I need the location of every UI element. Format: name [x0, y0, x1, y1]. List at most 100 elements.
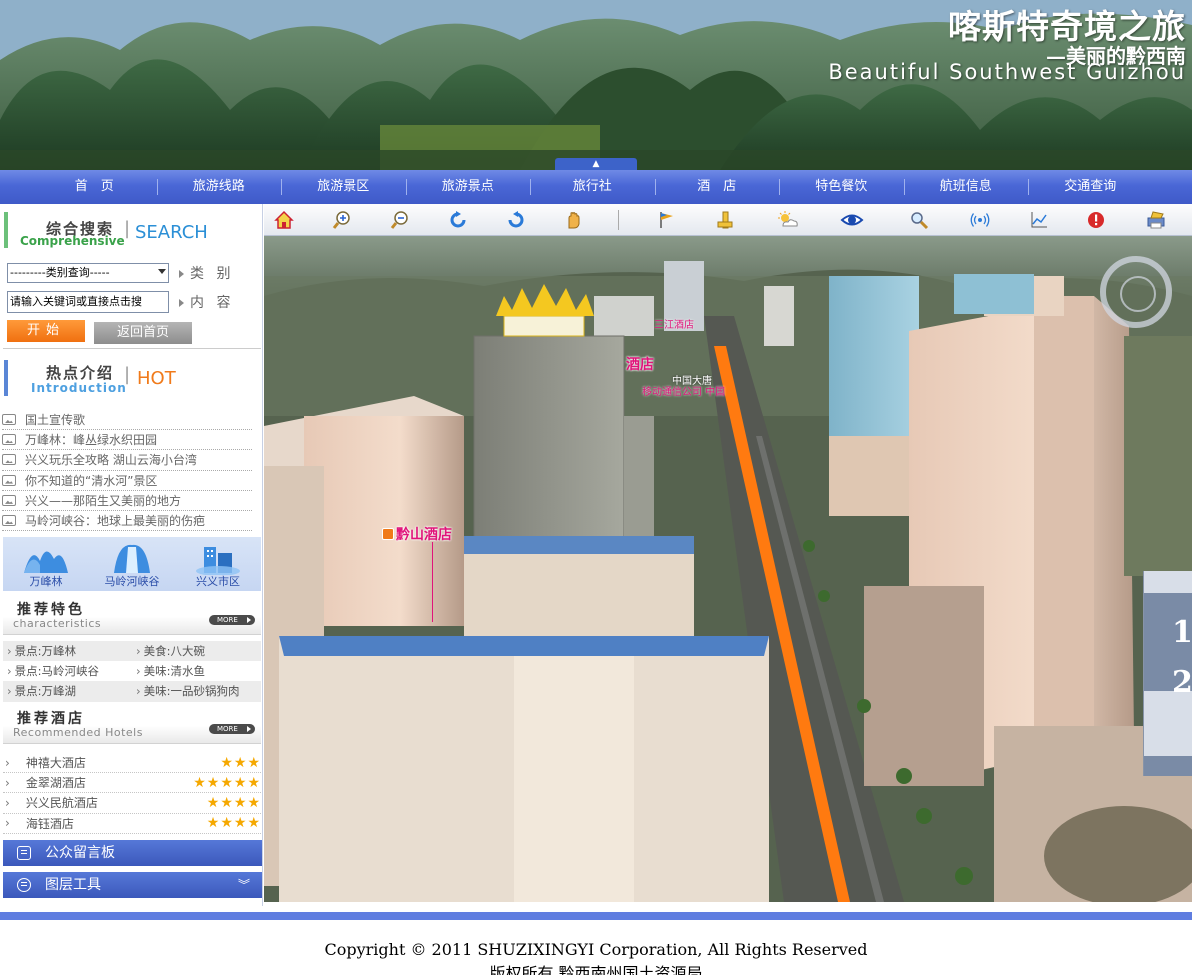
image-doc-icon: [2, 515, 16, 527]
page: 喀斯特奇境之旅 —美丽的黔西南 Beautiful Southwest Guiz…: [0, 0, 1192, 975]
nav-item-cuisine[interactable]: 特色餐饮: [779, 170, 904, 204]
home-icon[interactable]: [271, 207, 297, 233]
feature-link[interactable]: 景点:马岭河峡谷: [3, 661, 132, 681]
category-select-value: ---------类别查询-----: [10, 266, 110, 279]
divider: [3, 348, 261, 349]
hotel-item[interactable]: 金翠湖酒店 ★★★★★: [3, 773, 261, 794]
alert-icon[interactable]: [1083, 207, 1109, 233]
scenic-shortcuts: 万峰林 马岭河峡谷 兴义市区: [3, 537, 261, 591]
poi-hotel-2[interactable]: 酒店: [626, 354, 654, 374]
city-icon: [196, 547, 240, 575]
floor-1-button[interactable]: 1: [1172, 615, 1192, 650]
footer-divider: [0, 912, 1192, 920]
hotel-pin-icon: [382, 528, 394, 540]
rotate-right-icon[interactable]: [503, 207, 529, 233]
features-more-button[interactable]: MORE: [209, 615, 255, 625]
hotel-item[interactable]: 神禧大酒店 ★★★: [3, 753, 261, 774]
hot-title-divider: |: [124, 364, 131, 385]
hot-list-item[interactable]: 兴义玩乐全攻略 湖山云海小台湾: [2, 450, 252, 471]
zoom-out-icon[interactable]: [387, 207, 413, 233]
hotel-list: 神禧大酒店 ★★★ 金翠湖酒店 ★★★★★ 兴义民航酒店 ★★★★ 海钰酒店 ★★★★: [3, 753, 261, 834]
chevron-down-icon: [158, 269, 166, 274]
feature-link[interactable]: 景点:万峰湖: [3, 681, 132, 701]
keyword-label: 内 容: [190, 295, 235, 311]
hot-item-title: 国土宣传歌: [25, 413, 86, 428]
nav-item-traffic[interactable]: 交通查询: [1028, 170, 1153, 204]
hot-item-title: 你不知道的“清水河”景区: [25, 473, 158, 488]
banner-subtitle-en: Beautiful Southwest Guizhou: [828, 60, 1186, 84]
search-layer-icon[interactable]: [906, 207, 932, 233]
hot-title-en: Introduction: [31, 381, 127, 395]
message-board-button[interactable]: 公众留言板: [3, 840, 262, 866]
spot-label: 马岭河峡谷: [104, 575, 160, 588]
hot-item-title: 兴义——那陌生又美丽的地方: [25, 493, 182, 508]
star-rating: ★★★★: [206, 815, 261, 832]
table-row: 景点:万峰林 美食:八大碗: [3, 641, 261, 662]
sidebar: 综合搜索 Comprehensive | SEARCH ---------类别查…: [0, 204, 263, 906]
spot-wanfenglin[interactable]: 万峰林: [3, 537, 89, 591]
pan-hand-icon[interactable]: [561, 207, 587, 233]
feature-link[interactable]: 美味:一品砂锅狗肉: [132, 681, 261, 701]
category-select[interactable]: ---------类别查询-----: [7, 263, 169, 283]
hot-list-item[interactable]: 你不知道的“清水河”景区: [2, 471, 252, 491]
weather-icon[interactable]: [775, 207, 801, 233]
feature-link[interactable]: 美食:八大碗: [132, 641, 261, 661]
rotate-left-icon[interactable]: [445, 207, 471, 233]
banner-collapse-button[interactable]: ▲: [555, 158, 637, 170]
nav-item-attractions[interactable]: 旅游景点: [405, 170, 531, 204]
spot-malinghe[interactable]: 马岭河峡谷: [89, 537, 175, 591]
nav-item-home[interactable]: 首 页: [32, 170, 157, 204]
hot-item-title: 马岭河峡谷：地球上最美丽的伤疤: [25, 514, 206, 529]
feature-link[interactable]: 景点:万峰林: [3, 641, 132, 661]
hot-list-item[interactable]: 万峰林：峰丛绿水织田园: [2, 430, 252, 451]
poi-leader-line: [432, 542, 433, 622]
floor-2-button[interactable]: 2: [1172, 665, 1192, 700]
feature-link[interactable]: 美味:清水鱼: [132, 661, 261, 681]
keyword-input[interactable]: 请输入关键词或直接点击搜: [7, 291, 169, 313]
hotel-item[interactable]: 兴义民航酒店 ★★★★: [3, 793, 261, 814]
search-title-divider: |: [124, 218, 131, 239]
print-icon[interactable]: [1143, 207, 1169, 233]
start-search-button[interactable]: 开始: [7, 320, 85, 342]
flag-icon[interactable]: [654, 207, 680, 233]
map-toolbar: [264, 204, 1192, 236]
triangle-right-icon: [179, 270, 184, 278]
hotels-more-button[interactable]: MORE: [209, 724, 255, 734]
nav-item-routes[interactable]: 旅游线路: [156, 170, 282, 204]
hotel-item[interactable]: 海钰酒店 ★★★★: [3, 814, 261, 834]
zoom-in-icon[interactable]: [329, 207, 355, 233]
owner-text: 版权所有 黔西南州国土资源局: [489, 964, 703, 975]
poi-sanjiang-hotel[interactable]: 三江酒店: [654, 316, 694, 331]
spot-label: 万峰林: [29, 575, 63, 588]
measure-icon[interactable]: [712, 207, 738, 233]
poi-label: 移动通信公司 中国: [642, 387, 726, 398]
back-home-button[interactable]: 返回首页: [94, 322, 192, 344]
chart-icon[interactable]: [1026, 207, 1052, 233]
toolbar-separator: [618, 210, 619, 230]
poi-mobile[interactable]: 移动通信公司 中国: [642, 383, 725, 398]
hotel-name: 海钰酒店: [25, 816, 74, 831]
poi-qianshan-hotel[interactable]: 黔山酒店: [382, 524, 452, 544]
table-row: 景点:马岭河峡谷 美味:清水鱼: [3, 661, 261, 681]
layers-icon: [17, 878, 31, 892]
hot-list-item[interactable]: 马岭河峡谷：地球上最美丽的伤疤: [2, 511, 252, 532]
floor-selector-footer: [1144, 756, 1192, 776]
compass-control[interactable]: [1100, 256, 1172, 328]
features-title-en: characteristics: [13, 617, 102, 630]
nav-item-scenic-areas[interactable]: 旅游景区: [281, 170, 406, 204]
features-header: 推荐特色 characteristics MORE: [3, 595, 261, 635]
layer-tools-button[interactable]: 图层工具 ︾: [3, 872, 262, 898]
hot-list-item[interactable]: 兴义——那陌生又美丽的地方: [2, 491, 252, 511]
nav-item-travel-agencies[interactable]: 旅行社: [530, 170, 655, 204]
image-doc-icon: [2, 434, 16, 446]
spot-xingyi-city[interactable]: 兴义市区: [175, 537, 261, 591]
nav-item-hotels[interactable]: 酒 店: [654, 170, 780, 204]
nav-item-flights[interactable]: 航班信息: [903, 170, 1029, 204]
signal-icon[interactable]: [967, 207, 993, 233]
hot-list-item[interactable]: 国土宣传歌: [2, 410, 252, 431]
eye-icon[interactable]: [839, 207, 865, 233]
hot-title-cn: 热点介绍: [46, 364, 115, 382]
waterfall-icon: [114, 544, 150, 573]
3d-city-map[interactable]: 黔山酒店 酒店 三江酒店 中国大唐 移动通信公司 中国 1 2: [264, 236, 1192, 902]
poi-label: 酒店: [626, 357, 654, 373]
